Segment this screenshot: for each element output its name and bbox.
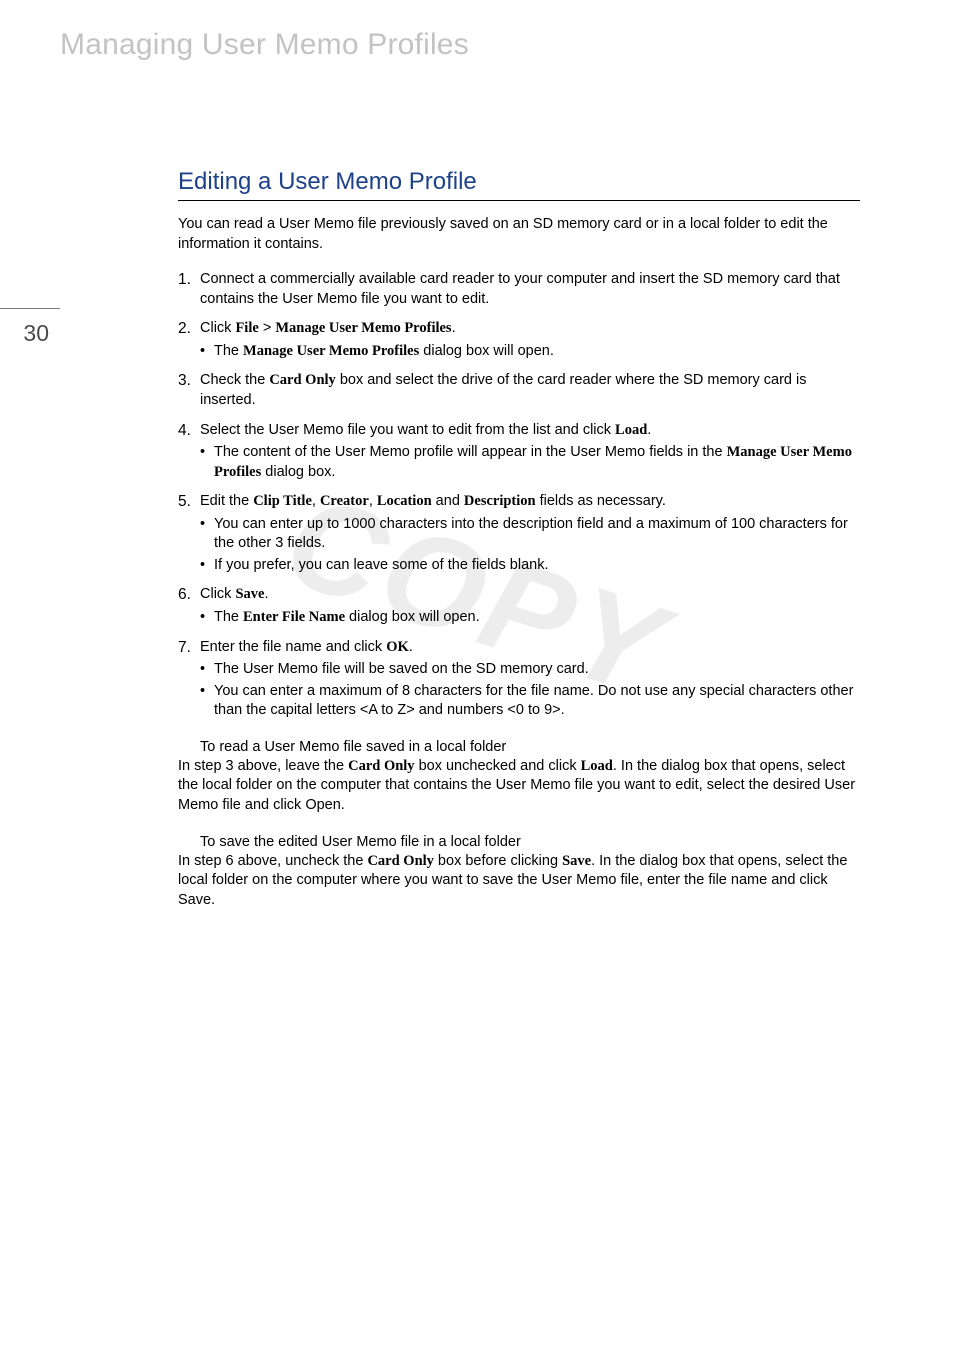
step-6-b1b: Enter File Name <box>243 609 345 625</box>
step-3a: Check the <box>200 372 269 388</box>
step-5g: and <box>432 493 464 509</box>
page-header: Managing User Memo Profiles <box>60 28 469 62</box>
step-4-bullet-1: The content of the User Memo profile wil… <box>200 443 860 482</box>
step-2-b1c: dialog box will open. <box>419 343 554 359</box>
para-read-local: In step 3 above, leave the Card Only box… <box>178 757 860 816</box>
subhead-read-local: To read a User Memo file saved in a loca… <box>200 739 860 755</box>
step-6b: Save <box>235 586 264 602</box>
intro-paragraph: You can read a User Memo file previously… <box>178 215 860 254</box>
step-4-bullets: The content of the User Memo profile wil… <box>200 443 860 482</box>
sub1c: box unchecked and click <box>415 758 581 774</box>
step-5b: Clip Title <box>253 493 312 509</box>
step-7-bullet-2: You can enter a maximum of 8 characters … <box>200 682 860 721</box>
steps-list: Connect a commercially available card re… <box>178 270 860 721</box>
step-5h: Description <box>464 493 536 509</box>
step-5i: fields as necessary. <box>536 493 666 509</box>
step-2-b1a: The <box>214 343 243 359</box>
content-area: Editing a User Memo Profile You can read… <box>178 168 860 914</box>
step-4c: . <box>647 422 651 438</box>
sub2c: box before clicking <box>434 853 562 869</box>
step-2-dot: . <box>452 320 456 336</box>
step-5a: Edit the <box>200 493 253 509</box>
sub1b: Card Only <box>348 758 414 774</box>
step-5d: Creator <box>320 493 369 509</box>
step-5e: , <box>369 493 377 509</box>
sub2d: Save <box>562 853 591 869</box>
step-5: Edit the Clip Title, Creator, Location a… <box>178 492 860 575</box>
subhead-save-local: To save the edited User Memo file in a l… <box>200 834 860 850</box>
step-3b: Card Only <box>269 372 335 388</box>
step-6: Click Save. The Enter File Name dialog b… <box>178 585 860 627</box>
page-number-rule <box>0 308 60 309</box>
step-6-bullet-1: The Enter File Name dialog box will open… <box>200 608 860 628</box>
step-3: Check the Card Only box and select the d… <box>178 371 860 410</box>
step-2-sep: > <box>259 320 276 336</box>
step-7a: Enter the file name and click <box>200 639 386 655</box>
sub1d: Load <box>581 758 613 774</box>
step-2-bullet-1: The Manage User Memo Profiles dialog box… <box>200 342 860 362</box>
step-5c: , <box>312 493 320 509</box>
step-2-text-a: Click <box>200 320 235 336</box>
step-4b: Load <box>615 422 647 438</box>
para-save-local: In step 6 above, uncheck the Card Only b… <box>178 852 860 911</box>
step-2-menu: Manage User Memo Profiles <box>275 320 451 336</box>
step-6-b1a: The <box>214 609 243 625</box>
step-5-bullet-1: You can enter up to 1000 characters into… <box>200 515 860 554</box>
sub1a: In step 3 above, leave the <box>178 758 348 774</box>
step-2-b1b: Manage User Memo Profiles <box>243 343 419 359</box>
step-1-text: Connect a commercially available card re… <box>200 271 840 307</box>
step-4a: Select the User Memo file you want to ed… <box>200 422 615 438</box>
step-7-bullet-1: The User Memo file will be saved on the … <box>200 660 860 680</box>
step-6c: . <box>264 586 268 602</box>
step-1: Connect a commercially available card re… <box>178 270 860 309</box>
page-number: 30 <box>23 320 49 347</box>
step-6-b1c: dialog box will open. <box>345 609 480 625</box>
sub2b: Card Only <box>367 853 433 869</box>
sub2a: In step 6 above, uncheck the <box>178 853 367 869</box>
step-5f: Location <box>377 493 432 509</box>
step-4-b1a: The content of the User Memo profile wil… <box>214 444 727 460</box>
step-5-bullets: You can enter up to 1000 characters into… <box>200 515 860 576</box>
step-2-file: File <box>235 320 258 336</box>
step-7b: OK <box>386 639 409 655</box>
step-2: Click File > Manage User Memo Profiles. … <box>178 319 860 361</box>
step-7: Enter the file name and click OK. The Us… <box>178 638 860 721</box>
step-4-b1c: dialog box. <box>261 464 335 480</box>
step-2-bullets: The Manage User Memo Profiles dialog box… <box>200 342 860 362</box>
step-4: Select the User Memo file you want to ed… <box>178 421 860 483</box>
step-5-bullet-2: If you prefer, you can leave some of the… <box>200 556 860 576</box>
step-7c: . <box>409 639 413 655</box>
step-6a: Click <box>200 586 235 602</box>
section-title: Editing a User Memo Profile <box>178 168 860 201</box>
step-7-bullets: The User Memo file will be saved on the … <box>200 660 860 721</box>
step-6-bullets: The Enter File Name dialog box will open… <box>200 608 860 628</box>
